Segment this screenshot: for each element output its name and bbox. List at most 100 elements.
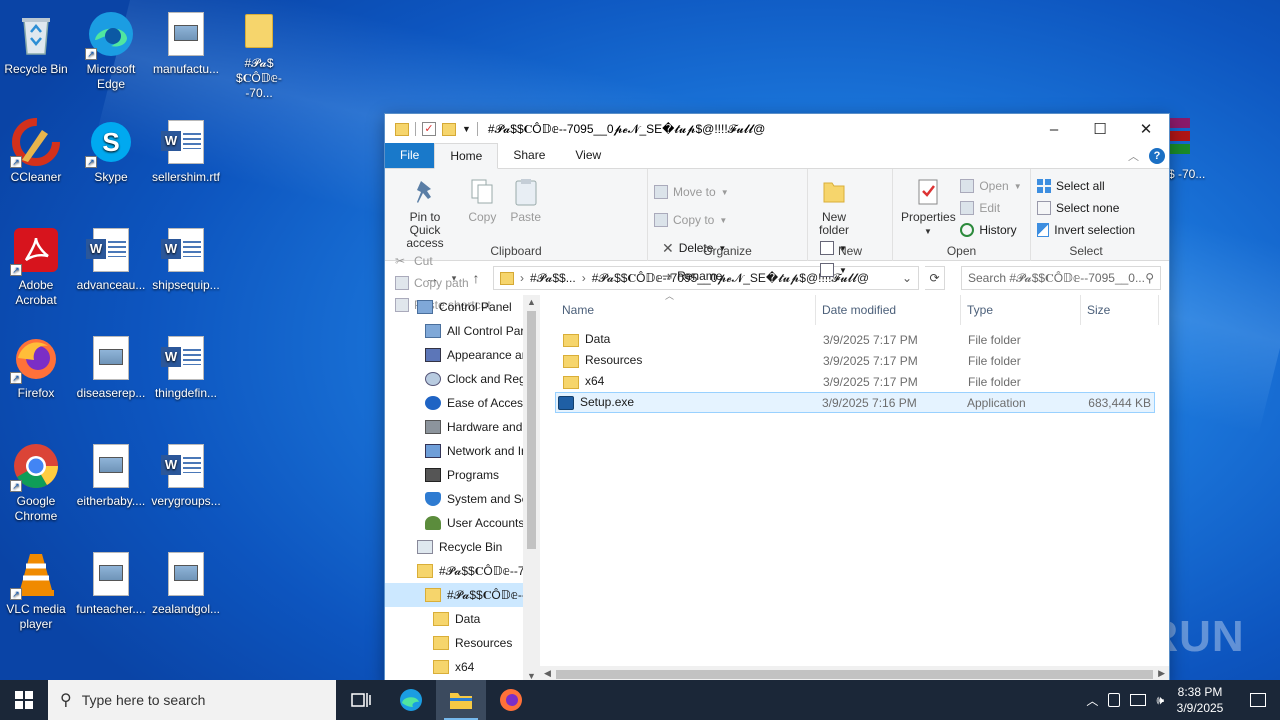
file-row-x64[interactable]: x64 3/9/2025 7:17 PM File folder [541,371,1169,392]
paste-button[interactable]: Paste [508,175,544,224]
rename-button[interactable]: ⇥ Rename [662,265,726,287]
properties-button[interactable]: Properties ▼ [901,175,956,238]
desktop-icon-ccleaner[interactable]: ↗ CCleaner [0,112,72,185]
desktop-icon-skype[interactable]: S ↗ Skype [75,112,147,185]
new-folder-button[interactable]: New folder [816,175,852,237]
scroll-right-icon[interactable]: ▶ [1158,668,1165,679]
invert-selection-button[interactable]: Invert selection [1037,219,1135,241]
nav-item-x64[interactable]: x64 [385,655,540,679]
easy-access-button[interactable]: ▼ [820,259,847,281]
minimize-button[interactable]: – [1031,114,1077,144]
desktop-icon-advanceau[interactable]: W advanceau... [75,220,147,293]
taskbar-firefox[interactable] [486,680,536,720]
pin-to-quick-access-button[interactable]: Pin to Quick access [393,175,457,250]
file-row-data[interactable]: Data 3/9/2025 7:17 PM File folder [541,329,1169,350]
nav-item-network[interactable]: Network and Ir [385,439,540,463]
taskbar-search-box[interactable]: ⚲ Type here to search [48,680,336,720]
collapse-ribbon-icon[interactable]: ︿ [1128,148,1139,164]
desktop-icon-adobe-acrobat[interactable]: ↗ Adobe Acrobat [0,220,72,308]
desktop-icon-recycle-bin[interactable]: Recycle Bin [0,4,72,77]
copy-path-button[interactable]: Copy path [395,272,491,294]
nav-item-clock-region[interactable]: Clock and Regi [385,367,540,391]
maximize-button[interactable]: ☐ [1077,114,1123,144]
desktop-icon-firefox[interactable]: ↗ Firefox [0,328,72,401]
nav-item-user-accounts[interactable]: User Accounts [385,511,540,535]
column-header-size[interactable]: Size [1081,295,1159,325]
nav-item-ease-of-access[interactable]: Ease of Access [385,391,540,415]
file-list[interactable]: ︿ Name Date modified Type Size Data 3/9/… [540,291,1169,683]
desktop-icon-google-chrome[interactable]: ↗ Google Chrome [0,436,72,524]
desktop-icon-sellershim[interactable]: W sellershim.rtf [150,112,222,185]
tab-home[interactable]: Home [434,143,499,169]
taskbar-clock[interactable]: 8:38 PM 3/9/2025 [1174,684,1226,716]
column-header-name[interactable]: Name [556,295,816,325]
nav-item-setup-folder[interactable]: #𝓟𝓪$$𝐂Ô𝔻𝕖--7 [385,559,540,583]
start-button[interactable] [0,680,48,720]
show-hidden-icons-chevron-icon[interactable]: ︿ [1086,692,1098,709]
navigation-pane[interactable]: Control Panel All Control Par Appearance… [385,295,540,683]
tab-view[interactable]: View [560,143,616,168]
file-explorer-window[interactable]: ✓ ▼ #𝓟𝓪$$𝐂Ô𝔻𝕖--7095__0𝓹𝓮𝓝_SE�𝓽𝓾𝓹$@!!!!𝓕𝓾… [384,113,1170,684]
history-button[interactable]: History [960,219,1021,241]
scroll-left-icon[interactable]: ◀ [544,668,551,679]
search-input[interactable]: Search #𝓟𝓪$$𝐂Ô𝔻𝕖--7095__0... ⚲ [961,266,1161,290]
properties-icon[interactable]: ✓ [422,122,436,136]
close-button[interactable]: ✕ [1123,114,1169,144]
edit-button[interactable]: Edit [960,197,1021,219]
address-bar-row: ← → ▾ ↑ › #𝓟𝓪$$... › #𝓟𝓪$$𝐂Ô𝔻𝕖--7095__0𝓹… [385,261,1169,295]
open-button[interactable]: Open ▼ [960,175,1022,197]
notification-icon[interactable] [1250,693,1266,707]
volume-icon[interactable]: 🕪 [1156,693,1164,708]
copy-to-button[interactable]: Copy to ▼ [654,209,729,231]
nav-item-data[interactable]: Data [385,607,540,631]
move-to-button[interactable]: Move to ▼ [654,181,729,203]
taskbar: ⚲ Type here to search ︿ 🕪 8:38 PM 3/9/20… [0,680,1280,720]
nav-item-hardware[interactable]: Hardware and [385,415,540,439]
select-none-button[interactable]: Select none [1037,197,1135,219]
taskbar-edge[interactable] [386,680,436,720]
desktop-icon-vlc[interactable]: ↗ VLC media player [0,544,72,632]
tab-share[interactable]: Share [498,143,560,168]
chevron-down-icon[interactable]: ▼ [462,124,471,134]
new-folder-icon[interactable] [442,122,456,136]
file-row-resources[interactable]: Resources 3/9/2025 7:17 PM File folder [541,350,1169,371]
breadcrumb-item[interactable]: #𝓟𝓪$$... [530,271,576,286]
desktop-icon-shipsequip[interactable]: W shipsequip... [150,220,222,293]
desktop-icon-eitherbaby[interactable]: eitherbaby.... [75,436,147,509]
tab-file[interactable]: File [385,143,435,168]
address-dropdown-icon[interactable]: ⌄ [902,271,912,285]
desktop-icon-thingdefin[interactable]: W thingdefin... [150,328,222,401]
taskbar-file-explorer[interactable] [436,680,486,720]
file-row-setup-exe[interactable]: Setup.exe 3/9/2025 7:16 PM Application 6… [555,392,1155,413]
select-all-button[interactable]: Select all [1037,175,1135,197]
help-icon[interactable]: ? [1149,148,1165,164]
nav-item-control-panel[interactable]: Control Panel [385,295,540,319]
column-header-type[interactable]: Type [961,295,1081,325]
desktop-icon-diseaserep[interactable]: diseaserep... [75,328,147,401]
scroll-up-icon[interactable]: ▲ [523,297,540,307]
nav-item-current-folder[interactable]: #𝓟𝓪$$𝐂Ô𝔻𝕖-- [385,583,540,607]
desktop-icon-funteacher[interactable]: funteacher.... [75,544,147,617]
select-none-icon [1037,201,1051,215]
nav-item-appearance[interactable]: Appearance an [385,343,540,367]
device-icon[interactable] [1108,693,1121,707]
title-bar[interactable]: ✓ ▼ #𝓟𝓪$$𝐂Ô𝔻𝕖--7095__0𝓹𝓮𝓝_SE�𝓽𝓾𝓹$@!!!!𝓕𝓾… [385,114,1169,144]
nav-pane-scrollbar[interactable]: ▲ ▼ [523,295,540,683]
desktop-icon-zealandgol[interactable]: zealandgol... [150,544,222,617]
nav-item-system-security[interactable]: System and Sec [385,487,540,511]
desktop-icon-microsoft-edge[interactable]: ↗ Microsoft Edge [75,4,147,92]
refresh-button[interactable]: ⟳ [925,266,945,290]
nav-item-all-control-panel[interactable]: All Control Par [385,319,540,343]
task-view-button[interactable] [336,680,386,720]
scrollbar-thumb[interactable] [556,670,1153,679]
scrollbar-thumb[interactable] [527,311,536,549]
desktop-icon-manufactu[interactable]: manufactu... [150,4,222,77]
nav-item-resources[interactable]: Resources [385,631,540,655]
nav-item-programs[interactable]: Programs [385,463,540,487]
desktop-icon-setup-folder[interactable]: #𝓟𝓪$ $𝐂Ô𝔻𝕖--70... [223,4,295,101]
column-header-date[interactable]: Date modified [816,295,961,325]
desktop-icon-verygroups[interactable]: W verygroups... [150,436,222,509]
nav-item-recycle-bin[interactable]: Recycle Bin [385,535,540,559]
copy-button[interactable]: Copy [464,175,500,224]
network-icon[interactable] [1130,694,1147,706]
